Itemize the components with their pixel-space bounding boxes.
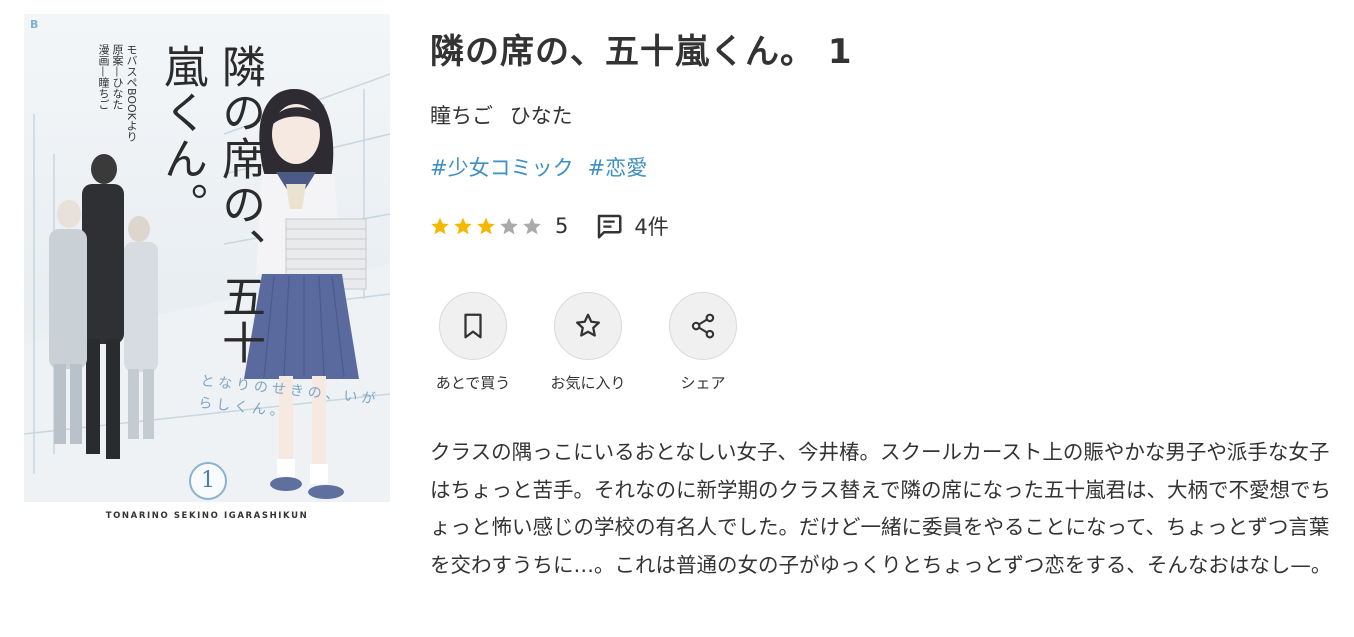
action-buttons: あとで買う お気に入り シェア (425, 292, 770, 393)
favorite-label: お気に入り (550, 374, 626, 392)
tag-link-shojo-comic[interactable]: #少女コミック (430, 156, 574, 180)
favorite-circle[interactable] (554, 292, 622, 360)
rating-value: 5 (555, 214, 569, 238)
cover-title: 隣の席の、五十嵐くん。 (156, 44, 265, 366)
cover-credit-artist: 漫画—瞳ちご (97, 44, 110, 110)
share-label: シェア (680, 374, 726, 392)
share-circle[interactable] (669, 292, 737, 360)
review-comment-icon[interactable] (594, 211, 624, 241)
cover-volume-badge: 1 (189, 462, 227, 500)
tag-list: #少女コミック #恋愛 (430, 152, 661, 182)
book-detail-page: B モバスペBOOKより 原案—ひなた 漫画—瞳ちご 隣の席の、五十嵐くん。 と… (0, 0, 1354, 637)
buy-later-circle[interactable] (439, 292, 507, 360)
rating-row: 5 4件 (430, 210, 669, 242)
author-list: 瞳ちご ひなた (430, 100, 573, 130)
author-link[interactable]: 瞳ちご (430, 104, 493, 128)
bookmark-icon (464, 313, 482, 339)
share-button[interactable]: シェア (655, 292, 751, 393)
cover-credit-original: 原案—ひなた (111, 44, 124, 110)
star-outline-icon (576, 313, 600, 337)
share-icon (691, 313, 715, 339)
book-description: クラスの隅っこにいるおとなしい女子、今井椿。スクールカースト上の賑やかな男子や派… (430, 440, 1332, 577)
star-empty-icon (523, 217, 541, 235)
favorite-button[interactable]: お気に入り (540, 292, 636, 393)
buy-later-label: あとで買う (435, 374, 511, 392)
tag-link-romance[interactable]: #恋愛 (588, 156, 648, 180)
star-filled-icon (431, 217, 449, 235)
publisher-logo: B (30, 18, 39, 31)
star-filled-icon (477, 217, 495, 235)
cover-romaji-title: TONARINO SEKINO IGARASHIKUN (105, 511, 309, 521)
buy-later-button[interactable]: あとで買う (425, 292, 521, 393)
star-empty-icon (500, 217, 518, 235)
cover-credits: モバスペBOOKより 原案—ひなた 漫画—瞳ちご (96, 44, 138, 142)
cover-credit-source: モバスペBOOKより (125, 44, 138, 142)
author-link[interactable]: ひなた (510, 104, 573, 128)
star-rating (430, 216, 545, 236)
book-cover[interactable]: B モバスペBOOKより 原案—ひなた 漫画—瞳ちご 隣の席の、五十嵐くん。 と… (24, 14, 390, 534)
star-filled-icon (454, 217, 472, 235)
review-count[interactable]: 4件 (634, 211, 668, 241)
book-title: 隣の席の、五十嵐くん。 1 (430, 32, 853, 72)
